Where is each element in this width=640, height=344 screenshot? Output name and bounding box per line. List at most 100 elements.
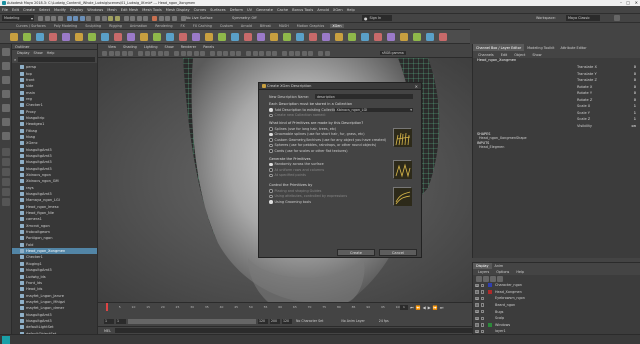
new-layer-selected-icon[interactable]	[483, 275, 489, 282]
channel-attribute-value[interactable]: 0	[618, 98, 636, 102]
viewport-tool-icon[interactable]	[157, 51, 163, 56]
viewport-tool-icon[interactable]	[223, 51, 228, 56]
viewport-tool-icon[interactable]	[216, 51, 222, 56]
sign-in-button[interactable]: ● Sign In	[362, 15, 392, 21]
range-end-field[interactable]: 200	[270, 318, 280, 324]
viewport-menu-show[interactable]: Show	[163, 45, 176, 49]
go-to-start-icon[interactable]: ⏮	[410, 305, 414, 310]
layer-color-swatch[interactable]	[488, 296, 492, 301]
command-input[interactable]	[114, 328, 472, 333]
channel-attribute-value[interactable]: 0	[618, 91, 636, 95]
select-tool-icon[interactable]	[2, 48, 10, 56]
rotate-tool-icon[interactable]	[2, 104, 10, 112]
viewport-menu-panels[interactable]: Panels	[201, 45, 216, 49]
shelf-tool-icon[interactable]	[426, 32, 434, 41]
go-to-end-icon[interactable]: ⏭	[440, 305, 444, 310]
menu-xgen[interactable]: XGen	[331, 8, 345, 12]
new-name-input[interactable]: description	[315, 94, 413, 99]
play-forward-icon[interactable]: ▶	[428, 305, 431, 310]
channel-attribute-value[interactable]: 0	[618, 78, 636, 82]
shelf-tab-mash[interactable]: MASH	[277, 24, 291, 28]
layer-row[interactable]: V Scalp	[473, 315, 640, 322]
shelf-tool-icon[interactable]	[114, 32, 122, 41]
playback-toggle[interactable]	[480, 296, 484, 301]
menu-file[interactable]: File	[0, 8, 10, 12]
menu-edit[interactable]: Edit	[10, 8, 21, 12]
shelf-tool-icon[interactable]	[205, 32, 213, 41]
status-tool-icon[interactable]	[123, 15, 129, 21]
shelf-tab-arnold[interactable]: Arnold	[239, 24, 254, 28]
channel-attribute-value[interactable]: 1	[618, 117, 636, 121]
shelf-tab-rendering[interactable]: Rendering	[153, 24, 174, 28]
layout-icon-3[interactable]	[2, 198, 10, 206]
anim-layer-dropdown[interactable]: No Anim Layer	[341, 319, 364, 323]
symmetry-label[interactable]: Symmetry: Off	[232, 16, 257, 20]
viewport-tool-icon[interactable]	[252, 51, 258, 56]
shelf-tool-icon[interactable]	[374, 32, 382, 41]
shelf-tool-icon[interactable]	[127, 32, 135, 41]
visibility-toggle[interactable]: V	[475, 290, 479, 294]
shelf-tool-icon[interactable]	[101, 32, 109, 41]
shelf-tab-sculpting[interactable]: Sculpting	[83, 24, 103, 28]
viewport-menu-view[interactable]: View	[106, 45, 118, 49]
viewport-tool-icon[interactable]	[174, 51, 179, 56]
cancel-button[interactable]: Cancel	[379, 249, 417, 256]
viewport-tool-icon[interactable]	[108, 51, 114, 56]
add-to-existing-collection-option[interactable]: Add Description to existing Collection: …	[269, 107, 413, 113]
menu-edit-mesh[interactable]: Edit Mesh	[119, 8, 141, 12]
visibility-toggle[interactable]: V	[475, 303, 479, 307]
playback-toggle[interactable]	[480, 323, 484, 327]
layer-editor-tab[interactable]: Anim	[492, 263, 507, 269]
workspace-dropdown[interactable]: Maya Classic	[566, 15, 600, 21]
shelf-tool-icon[interactable]	[179, 32, 187, 41]
viewport-tool-icon[interactable]	[301, 51, 307, 56]
shelf-tab-fx-caching[interactable]: FX Caching	[191, 24, 214, 28]
range-start-field[interactable]: 1	[104, 318, 114, 324]
viewport-tool-icon[interactable]	[246, 51, 251, 56]
shelf-tool-icon[interactable]	[88, 32, 96, 41]
viewport-menu-shading[interactable]: Shading	[121, 45, 139, 49]
shelf-tool-icon[interactable]	[335, 32, 343, 41]
shelf-tab-rigging[interactable]: Rigging	[107, 24, 124, 28]
shelf-tool-icon[interactable]	[10, 32, 18, 41]
channel-box-tab[interactable]: Modeling Toolkit	[524, 44, 557, 51]
layer-color-swatch[interactable]	[488, 322, 492, 327]
menu-modify[interactable]: Modify	[52, 8, 68, 12]
close-window-button[interactable]: ✕	[635, 0, 638, 5]
last-tool-icon[interactable]	[2, 132, 10, 140]
channel-attribute-row[interactable]: Visibility on	[577, 123, 636, 130]
move-layer-down-icon[interactable]	[497, 275, 503, 282]
status-tool-icon[interactable]	[152, 15, 157, 21]
layout-icon[interactable]	[2, 178, 10, 186]
range-bar[interactable]	[128, 318, 256, 324]
channel-box-menu-show[interactable]: Show	[530, 53, 543, 57]
viewport-tool-icon[interactable]	[259, 51, 264, 56]
viewport-tool-icon[interactable]	[265, 51, 271, 56]
menu-cache[interactable]: Cache	[275, 8, 290, 12]
viewport-tool-icon[interactable]	[144, 51, 150, 56]
shelf-tool-icon[interactable]	[23, 32, 31, 41]
viewport-tool-icon[interactable]	[187, 51, 192, 56]
step-forward-icon[interactable]: ⏩	[433, 305, 438, 310]
menu-uv[interactable]: UV	[245, 8, 254, 12]
shelf-tool-icon[interactable]	[270, 32, 278, 41]
layer-editor-menu-layers[interactable]: Layers	[476, 270, 491, 274]
menu-create[interactable]: Create	[21, 8, 37, 12]
layer-color-swatch[interactable]	[488, 289, 492, 294]
shelf-tool-icon[interactable]	[400, 32, 408, 41]
shelf-tool-icon[interactable]	[413, 32, 421, 41]
current-frame-marker[interactable]	[106, 303, 108, 311]
shelf-tool-icon[interactable]	[283, 32, 291, 41]
status-tool-icon[interactable]	[158, 15, 164, 21]
menu-generate[interactable]: Generate	[254, 8, 275, 12]
shelf-tab-poly-modeling[interactable]: Poly Modeling	[52, 24, 79, 28]
range-start-inner-field[interactable]: 1	[116, 318, 126, 324]
workspace-mode-dropdown[interactable]: Modeling ▾	[2, 15, 34, 21]
shelf-tab-xgen[interactable]: XGen	[330, 24, 344, 28]
channel-box-menu-edit[interactable]: Edit	[499, 53, 510, 57]
viewport-tool-icon[interactable]	[288, 51, 294, 56]
viewport-tool-icon[interactable]	[210, 51, 215, 56]
viewport-tool-icon[interactable]	[193, 51, 199, 56]
menu-select[interactable]: Select	[37, 8, 52, 12]
maximize-button[interactable]: □	[626, 0, 630, 5]
